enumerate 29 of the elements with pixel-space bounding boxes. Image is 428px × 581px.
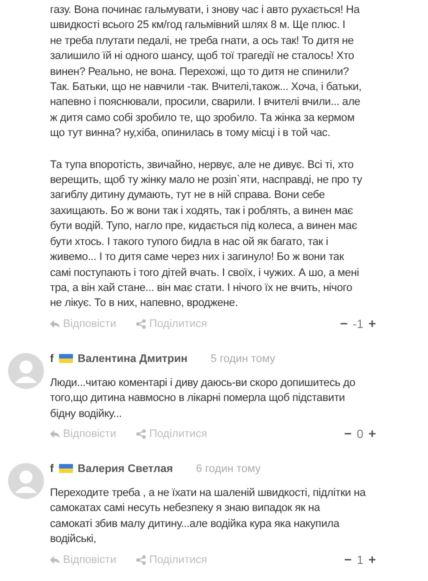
comment-text: газу. Вона починає гальмувати, і знову час і авто рухається! На швидкості всього 25 км/год гальмівний шлях 8 м. Ще плюс. І не треба плутати педалі, не треба гнати, а ось так! То дитя не залишило їй ні одного шансу, щоб тої трагедії не сталось! Хто винен? Реально, не вона. Перехожі, що то дитя не спинили? Так. Батьки, що не навчили -так. Вчителі,також... Хоча, і батьки, напевно і пояснювали, просили, сварили. І вчителі вчили... але ж дитя само собі зробило те, що зробило. Та жінка за кермом що тут винна? ну,хіба, опинилась в тому місці і в той час. — [50, 3, 362, 142]
downvote-button[interactable]: − — [344, 426, 352, 442]
reply-icon — [50, 556, 60, 564]
share-icon — [136, 318, 146, 329]
avatar-icon — [8, 352, 44, 389]
upvote-button[interactable]: + — [368, 316, 376, 332]
comment-time: 5 годин тому — [210, 352, 276, 365]
flag-icon — [58, 464, 73, 474]
author-name[interactable]: Валерия Светлая — [78, 462, 173, 475]
author-name[interactable]: Валентина Дмитрин — [78, 352, 188, 365]
reply-icon — [50, 320, 60, 328]
comment-text: Та тупа впоротість, звичайно, нервує, але не дивує. Всі ті, хто верещить, щоб ту жінку мало не розіп`яти, насправді, не про ту загиблу дитину думають, тут не в ній справа. Вони себе захищають. Бо ж вони так і ходять, так і роблять, а винен має бути водій. Тупо, нагло пре, кидається під колеса, а винен має бути хтось. І такого тупого бидла в нас ой як багато, так і живемо... І то дитя саме через них і загинуло! Бо ж вони так самі поступають і того дітей вчать. І своїх, і чужих. А шо, а мені тра, а він хай стане... він має стати. І нічого їх не вчить, нічого не лікує. То в них, напевно, вроджене. — [50, 158, 364, 312]
facebook-icon[interactable]: f — [50, 462, 54, 475]
facebook-icon[interactable]: f — [50, 352, 54, 365]
upvote-button[interactable]: + — [368, 426, 376, 442]
downvote-button[interactable]: − — [344, 552, 352, 568]
vote-count: -1 — [352, 316, 364, 331]
comment-time: 6 годин тому — [196, 462, 261, 475]
comment-text: Переходите треба , а не їхати на шаленій швидкості, підлітки на самокатах самі несуть небезпеку я знаю випадок як на самокаті збив малу дитину...але водійка кура яка накупила водійські, — [50, 486, 367, 548]
vote-count: 0 — [356, 426, 364, 441]
share-icon — [136, 428, 146, 439]
upvote-button[interactable]: + — [368, 552, 376, 568]
downvote-button[interactable]: − — [340, 316, 348, 332]
comment-text: Люди...читаю коментарі і диву даюсь-ви скоро допишитесь до того,що дитина навмосно в лікарні померла щоб підставити бідну водійку... — [50, 376, 356, 422]
vote-count: 1 — [356, 552, 364, 567]
share-icon — [136, 554, 146, 565]
flag-icon — [58, 354, 73, 364]
avatar-icon — [8, 462, 44, 499]
reply-icon — [50, 430, 60, 438]
